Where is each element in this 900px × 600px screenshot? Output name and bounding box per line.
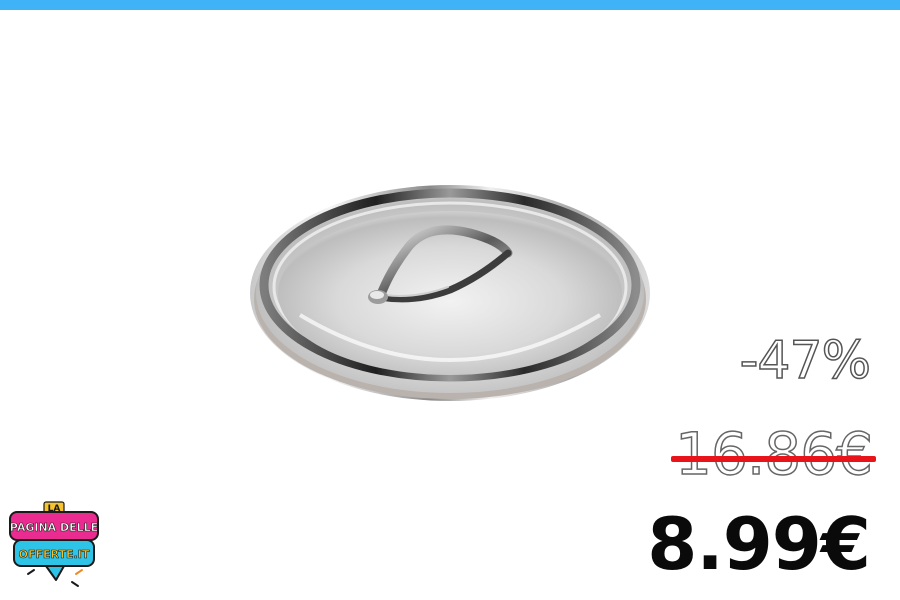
- pan-lid-image: [250, 185, 650, 401]
- new-price: 8.99€: [647, 502, 871, 586]
- top-accent-bar: [0, 0, 900, 10]
- logo-sparkle-right: [75, 569, 83, 575]
- logo-sparkle-left: [27, 569, 35, 575]
- old-price: 16.86€: [671, 424, 876, 484]
- offer-card: -47% 16.86€ 8.99€ LA PAGINA DELLE OFFERT…: [0, 0, 900, 600]
- logo-sparkle-bottom: [71, 581, 79, 587]
- discount-percentage: -47%: [739, 331, 872, 391]
- strikethrough-line: [671, 456, 876, 462]
- site-logo: LA PAGINA DELLE OFFERTE.IT: [9, 501, 99, 587]
- old-price-text: 16.86€: [674, 420, 873, 488]
- logo-line2: PAGINA DELLE: [10, 521, 98, 534]
- old-price-container: 16.86€: [671, 424, 876, 484]
- logo-line3: OFFERTE.IT: [19, 548, 90, 561]
- logo-bubble-tail: [45, 565, 65, 581]
